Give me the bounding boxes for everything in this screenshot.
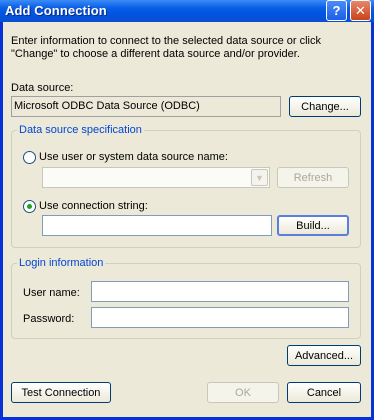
password-input[interactable] <box>91 307 349 328</box>
help-button[interactable]: ? <box>326 0 347 21</box>
change-button[interactable]: Change... <box>289 96 361 117</box>
test-connection-label: Test Connection <box>21 386 101 399</box>
ok-button-label: OK <box>235 386 251 399</box>
connection-string-input[interactable] <box>42 215 272 236</box>
radio-dsn-label[interactable]: Use user or system data source name: <box>39 151 228 163</box>
data-source-spec-title: Data source specification <box>17 124 144 136</box>
help-icon: ? <box>332 3 341 18</box>
ok-button[interactable]: OK <box>207 382 279 403</box>
close-icon: ✕ <box>355 2 366 18</box>
advanced-button-label: Advanced... <box>294 349 354 362</box>
radio-connection-string-label[interactable]: Use connection string: <box>39 200 148 212</box>
build-button-label: Build... <box>296 219 330 232</box>
data-source-label: Data source: <box>11 82 74 94</box>
radio-dsn[interactable] <box>23 151 36 164</box>
data-source-field: Microsoft ODBC Data Source (ODBC) <box>11 96 281 117</box>
advanced-button[interactable]: Advanced... <box>287 345 361 366</box>
user-name-label: User name: <box>23 287 80 299</box>
dsn-combobox[interactable]: ▼ <box>42 167 270 188</box>
build-button[interactable]: Build... <box>277 215 349 236</box>
window-title: Add Connection <box>5 3 107 18</box>
user-name-input[interactable] <box>91 281 349 302</box>
refresh-button[interactable]: Refresh <box>277 167 349 188</box>
refresh-button-label: Refresh <box>293 171 333 184</box>
test-connection-button[interactable]: Test Connection <box>11 382 111 403</box>
cancel-button-label: Cancel <box>306 386 342 399</box>
cancel-button[interactable]: Cancel <box>287 382 361 403</box>
close-button[interactable]: ✕ <box>350 0 371 21</box>
change-button-label: Change... <box>301 100 349 113</box>
password-label: Password: <box>23 313 75 325</box>
radio-connection-string[interactable] <box>23 200 36 213</box>
add-connection-dialog: Add Connection ? ✕ Enter information to … <box>0 0 374 420</box>
title-bar[interactable]: Add Connection ? ✕ <box>0 0 374 22</box>
intro-text: Enter information to connect to the sele… <box>11 35 321 60</box>
login-title: Login information <box>17 257 106 269</box>
chevron-down-icon[interactable]: ▼ <box>251 169 268 186</box>
